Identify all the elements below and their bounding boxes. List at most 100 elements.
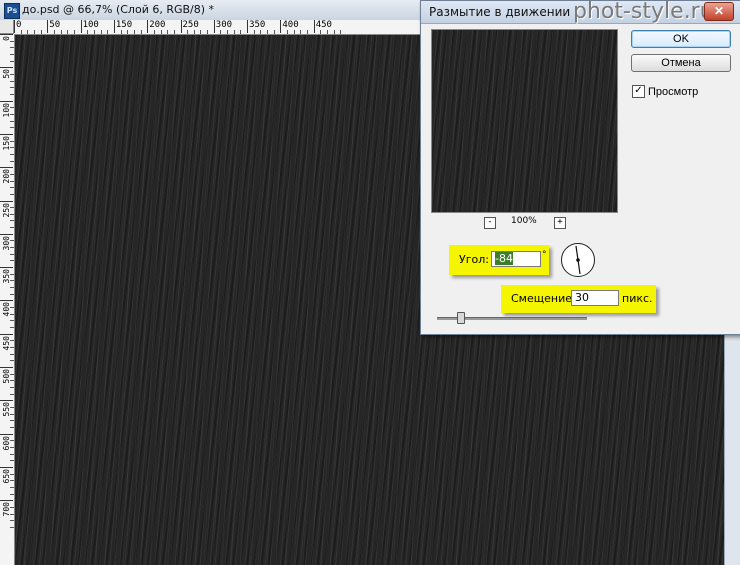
ruler-minor-tick	[10, 73, 14, 75]
ruler-minor-tick	[73, 30, 75, 34]
distance-input[interactable]: 30	[571, 290, 619, 306]
ruler-tick-label: 400	[282, 20, 299, 30]
ruler-minor-tick	[10, 60, 14, 62]
ruler-minor-tick	[10, 160, 14, 162]
ruler-minor-tick	[10, 486, 14, 488]
zoom-out-button[interactable]: -	[484, 217, 496, 229]
ruler-tick-label: 350	[249, 20, 266, 30]
ruler-major-tick	[0, 133, 13, 135]
ruler-minor-tick	[107, 30, 109, 34]
ruler-minor-tick	[10, 446, 14, 448]
ruler-major-tick	[280, 20, 282, 33]
ruler-minor-tick	[10, 453, 14, 455]
ruler-minor-tick	[10, 480, 14, 482]
angle-unit: °	[542, 250, 547, 260]
ruler-minor-tick	[10, 513, 14, 515]
ruler-minor-tick	[10, 207, 14, 209]
ruler-major-tick	[47, 20, 49, 33]
ruler-major-tick	[247, 20, 249, 33]
ruler-minor-tick	[60, 30, 62, 34]
ruler-minor-tick	[287, 30, 289, 34]
ruler-tick-label: 50	[49, 20, 61, 30]
angle-dial[interactable]	[561, 243, 595, 277]
ruler-minor-tick	[340, 30, 342, 34]
ruler-minor-tick	[33, 30, 35, 34]
ruler-minor-tick	[10, 227, 14, 229]
preview-checkbox-row[interactable]: ✓ Просмотр	[632, 85, 698, 98]
ruler-minor-tick	[10, 260, 14, 262]
cancel-button[interactable]: Отмена	[631, 54, 731, 72]
ruler-minor-tick	[10, 113, 14, 115]
ruler-minor-tick	[10, 413, 14, 415]
ruler-minor-tick	[10, 213, 14, 215]
ruler-minor-tick	[10, 426, 14, 428]
distance-unit: пикс.	[622, 292, 653, 305]
ruler-major-tick	[0, 267, 13, 269]
ruler-minor-tick	[167, 30, 169, 34]
ruler-minor-tick	[10, 287, 14, 289]
ruler-minor-tick	[10, 353, 14, 355]
ruler-minor-tick	[10, 347, 14, 349]
ruler-minor-tick	[10, 440, 14, 442]
ruler-minor-tick	[153, 30, 155, 34]
ruler-minor-tick	[10, 173, 14, 175]
ruler-vertical[interactable]: 0 50 100 150 200 250 300 350 400 450 500 550 600 650 7…	[0, 34, 15, 565]
ruler-minor-tick	[10, 180, 14, 182]
ruler-minor-tick	[220, 30, 222, 34]
zoom-in-button[interactable]: +	[554, 217, 566, 229]
ruler-minor-tick	[87, 30, 89, 34]
ruler-corner[interactable]	[0, 20, 14, 34]
ruler-minor-tick	[10, 107, 14, 109]
ruler-minor-tick	[10, 187, 14, 189]
ruler-minor-tick	[273, 30, 275, 34]
ruler-minor-tick	[10, 380, 14, 382]
distance-slider-thumb[interactable]	[457, 312, 465, 324]
close-icon[interactable]: ✕	[704, 2, 734, 21]
ruler-minor-tick	[10, 293, 14, 295]
preview-checkbox[interactable]: ✓	[632, 85, 645, 98]
ruler-minor-tick	[10, 40, 14, 42]
ruler-minor-tick	[10, 280, 14, 282]
ruler-minor-tick	[10, 127, 14, 129]
ruler-major-tick	[0, 233, 13, 235]
document-title: до.psd @ 66,7% (Слой 6, RGB/8) *	[22, 3, 215, 16]
ruler-minor-tick	[293, 30, 295, 34]
preview-rain-texture	[432, 30, 617, 212]
ruler-minor-tick	[307, 30, 309, 34]
ruler-major-tick	[213, 20, 215, 33]
ruler-tick-label: 200	[149, 20, 166, 30]
ruler-minor-tick	[200, 30, 202, 34]
ruler-minor-tick	[10, 273, 14, 275]
ruler-minor-tick	[10, 120, 14, 122]
distance-label: Смещение:	[511, 292, 576, 305]
ruler-major-tick	[0, 200, 13, 202]
ruler-minor-tick	[240, 30, 242, 34]
filter-preview[interactable]	[431, 29, 618, 213]
ruler-minor-tick	[233, 30, 235, 34]
ruler-minor-tick	[10, 153, 14, 155]
ruler-minor-tick	[10, 373, 14, 375]
ruler-major-tick	[313, 20, 315, 33]
ruler-minor-tick	[10, 313, 14, 315]
ok-button[interactable]: OK	[631, 30, 731, 48]
ruler-major-tick	[0, 466, 13, 468]
ruler-tick-label: 0	[16, 20, 22, 30]
ruler-minor-tick	[267, 30, 269, 34]
ruler-minor-tick	[10, 307, 14, 309]
ruler-minor-tick	[10, 506, 14, 508]
ruler-minor-tick	[10, 80, 14, 82]
angle-input[interactable]: -84	[491, 251, 541, 267]
ruler-minor-tick	[10, 460, 14, 462]
ruler-minor-tick	[10, 393, 14, 395]
photoshop-app-icon: Ps	[4, 3, 20, 19]
ruler-minor-tick	[10, 420, 14, 422]
ruler-minor-tick	[160, 30, 162, 34]
ruler-major-tick	[0, 333, 13, 335]
ruler-minor-tick	[10, 93, 14, 95]
ruler-minor-tick	[93, 30, 95, 34]
ruler-major-tick	[80, 20, 82, 33]
ruler-tick-label: 450	[315, 20, 332, 30]
ruler-minor-tick	[100, 30, 102, 34]
ruler-minor-tick	[227, 30, 229, 34]
ruler-minor-tick	[10, 340, 14, 342]
